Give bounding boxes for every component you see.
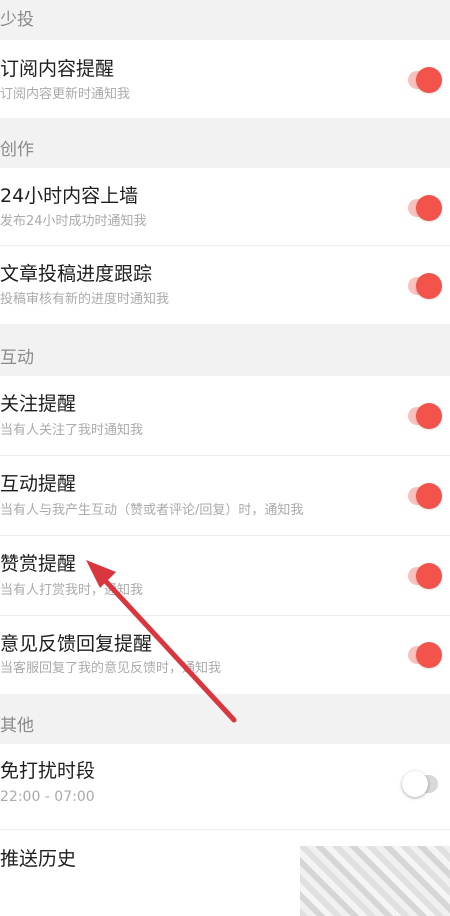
setting-subtitle: 订阅内容更新时通知我 — [0, 87, 131, 102]
setting-title: 推送历史 — [0, 848, 77, 870]
setting-subtitle: 发布24小时成功时通知我 — [0, 214, 147, 229]
toggle-switch[interactable] — [408, 642, 442, 668]
setting-subtitle: 当客服回复了我的意见反馈时，通知我 — [0, 661, 222, 676]
toggle-knob — [416, 483, 442, 509]
toggle-switch[interactable] — [402, 771, 438, 797]
toggle-switch[interactable] — [408, 273, 442, 299]
blurred-watermark — [300, 846, 450, 916]
section-header-interaction: 互动 — [0, 324, 450, 376]
setting-row-feedback-reply[interactable]: 意见反馈回复提醒 当客服回复了我的意见反馈时，通知我 — [0, 616, 450, 694]
toggle-switch[interactable] — [408, 195, 442, 221]
setting-subtitle: 22:00 - 07:00 — [0, 789, 95, 805]
setting-title: 免打扰时段 — [0, 760, 96, 782]
section-header-other: 其他 — [0, 694, 450, 744]
setting-subtitle: 当有人关注了我时通知我 — [0, 423, 144, 438]
setting-row-reward[interactable]: 赞赏提醒 当有人打赏我时，通知我 — [0, 536, 450, 616]
setting-subtitle: 投稿审核有新的进度时通知我 — [0, 292, 170, 307]
toggle-knob — [416, 195, 442, 221]
toggle-knob — [416, 563, 442, 589]
setting-title: 订阅内容提醒 — [0, 58, 115, 80]
setting-row-follow[interactable]: 关注提醒 当有人关注了我时通知我 — [0, 376, 450, 456]
toggle-switch[interactable] — [408, 483, 442, 509]
toggle-knob — [416, 403, 442, 429]
setting-title: 意见反馈回复提醒 — [0, 633, 153, 655]
setting-title: 互动提醒 — [0, 473, 77, 495]
toggle-knob — [416, 642, 442, 668]
section-header-creation: 创作 — [0, 118, 450, 168]
toggle-knob — [402, 771, 428, 797]
setting-row-24h-wall[interactable]: 24小时内容上墙 发布24小时成功时通知我 — [0, 168, 450, 246]
setting-title: 24小时内容上墙 — [0, 185, 139, 207]
setting-row-do-not-disturb[interactable]: 免打扰时段 22:00 - 07:00 — [0, 744, 450, 830]
notification-settings-screen: 少投 订阅内容提醒 订阅内容更新时通知我 创作 24小时内容上墙 发布24小时成… — [0, 0, 450, 916]
setting-subtitle: 当有人打赏我时，通知我 — [0, 583, 144, 598]
toggle-knob — [416, 67, 442, 93]
toggle-switch[interactable] — [408, 67, 442, 93]
setting-subtitle: 当有人与我产生互动（赞或者评论/回复）时，通知我 — [0, 503, 304, 518]
setting-row-submission-progress[interactable]: 文章投稿进度跟踪 投稿审核有新的进度时通知我 — [0, 246, 450, 324]
toggle-switch[interactable] — [408, 403, 442, 429]
setting-title: 关注提醒 — [0, 393, 77, 415]
section-header-top: 少投 — [0, 0, 450, 40]
toggle-knob — [416, 273, 442, 299]
setting-title: 赞赏提醒 — [0, 553, 77, 575]
setting-row-subscription[interactable]: 订阅内容提醒 订阅内容更新时通知我 — [0, 40, 450, 118]
setting-title: 文章投稿进度跟踪 — [0, 263, 153, 285]
setting-row-interaction[interactable]: 互动提醒 当有人与我产生互动（赞或者评论/回复）时，通知我 — [0, 456, 450, 536]
toggle-switch[interactable] — [408, 563, 442, 589]
